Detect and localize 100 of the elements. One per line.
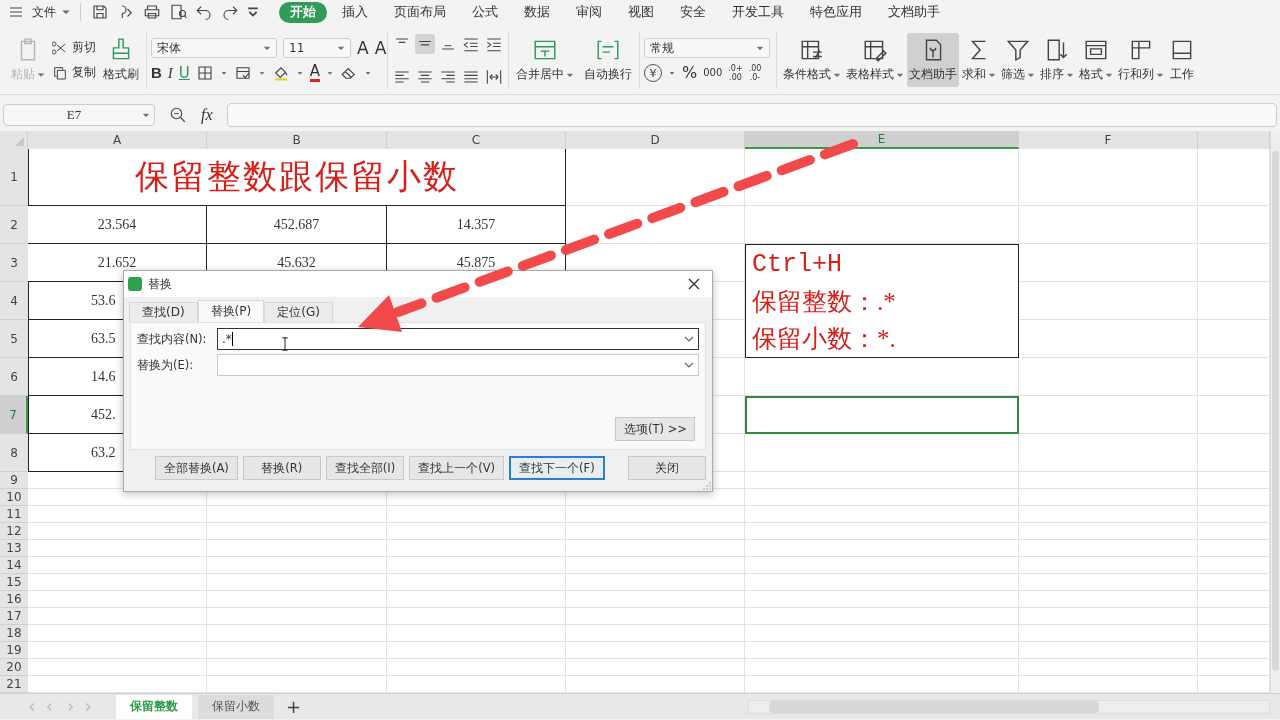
formula-input[interactable] [226,103,1277,127]
caret-icon[interactable] [326,69,335,77]
copy-button[interactable]: 复制 [52,64,96,81]
add-sheet-button[interactable]: + [280,696,308,717]
ribbon-tab[interactable]: 开发工具 [721,1,795,23]
ribbon-tab[interactable]: 文档助手 [877,1,951,23]
close-icon[interactable] [688,278,700,290]
ribbon-tab[interactable]: 特色应用 [799,1,873,23]
format-painter-button[interactable]: 格式刷 [100,33,142,87]
ribbon-tab[interactable]: 公式 [461,1,509,23]
caret-icon[interactable] [247,6,259,18]
percent-button[interactable]: % [682,64,698,82]
ribbon-button[interactable]: 文档助手 [907,33,959,87]
row-header[interactable]: 4 [0,282,28,320]
row-header[interactable]: 14 [0,557,28,574]
ribbon-button[interactable]: 排序 [1038,33,1076,87]
ribbon-button[interactable]: 表格样式 [844,33,906,87]
column-header[interactable]: F [1019,131,1198,149]
ribbon-tab[interactable]: 视图 [617,1,665,23]
shrink-font-button[interactable]: A [374,39,387,57]
dialog-button[interactable]: 替换(R) [242,456,321,480]
increase-decimal-button[interactable]: .0+ .00 [728,64,743,82]
ribbon-button[interactable]: 自动换行 [581,33,635,87]
ribbon-tab[interactable]: 插入 [331,1,379,23]
dialog-button[interactable]: 查找上一个(V) [409,456,505,480]
caret-icon[interactable] [364,69,373,77]
font-size-dropdown[interactable]: 11 [283,38,351,58]
font-color-button[interactable]: A [309,64,321,82]
align-icon[interactable] [415,33,435,54]
ribbon-button[interactable]: 求和 [960,33,998,87]
ribbon-tab[interactable]: 审阅 [565,1,613,23]
dialog-button[interactable]: 查找全部(I) [325,456,405,480]
row-header[interactable]: 11 [0,506,28,523]
dialog-button[interactable]: 查找下一个(F) [509,456,605,480]
ribbon-button[interactable]: 工作 [1167,33,1197,87]
printer-icon[interactable] [143,3,161,21]
column-header[interactable]: D [566,131,745,149]
caret-icon[interactable] [219,69,228,77]
row-header[interactable]: 21 [0,676,28,693]
row-header[interactable]: 16 [0,591,28,608]
scrollbar[interactable] [1270,131,1280,693]
row-header[interactable]: 2 [0,206,28,244]
caret-icon[interactable] [257,69,266,77]
number-format-dropdown[interactable]: 常规 [644,38,770,58]
ribbon-button[interactable]: 格式 [1077,33,1115,87]
row-header[interactable]: 1 [0,149,28,206]
row-header[interactable]: 3 [0,244,28,282]
row-header[interactable]: 6 [0,358,28,396]
border-icon[interactable] [195,64,214,82]
function-label[interactable]: fx [201,106,213,124]
column-header[interactable]: B [207,131,387,149]
file-menu[interactable]: 文件 [32,3,70,21]
options-button[interactable]: 选项(T) >> [615,417,695,441]
zoom-icon[interactable] [169,106,187,124]
menu-icon[interactable] [8,4,24,20]
row-header[interactable]: 18 [0,625,28,642]
row-header[interactable]: 19 [0,642,28,659]
preview-icon[interactable] [169,3,187,21]
font-name-dropdown[interactable]: 宋体 [151,38,277,58]
ribbon-button[interactable]: 行和列 [1116,33,1166,87]
grow-font-button[interactable]: A [357,39,369,57]
caret-icon[interactable] [295,69,304,77]
sheet-tab[interactable]: 保留小数 [198,694,274,719]
font-style-button[interactable]: I [167,64,173,82]
dialog-tab[interactable]: 查找(D) [129,302,198,322]
resize-grip-icon[interactable] [703,482,711,490]
decrease-decimal-button[interactable]: .00 .0- [748,64,762,82]
dialog-tab[interactable]: 定位(G) [264,302,333,322]
row-header[interactable]: 15 [0,574,28,591]
row-header[interactable]: 10 [0,489,28,506]
redo-icon[interactable] [221,3,239,21]
column-header[interactable]: A [28,131,207,149]
ribbon-tab[interactable]: 页面布局 [383,1,457,23]
row-header[interactable]: 8 [0,434,28,472]
ribbon-tab[interactable]: 安全 [669,1,717,23]
row-header[interactable]: 17 [0,608,28,625]
sheet-tab[interactable]: 保留整数 [116,694,192,719]
undo-icon[interactable] [195,3,213,21]
input-field[interactable]: .* [217,328,699,350]
caret-icon[interactable] [668,69,676,77]
column-header[interactable]: C [387,131,566,149]
dialog-tab[interactable]: 替换(P) [197,300,265,322]
cut-button[interactable]: 剪切 [52,39,96,56]
row-header[interactable]: 13 [0,540,28,557]
row-header[interactable]: 12 [0,523,28,540]
dialog-button[interactable]: 关闭 [627,456,706,480]
selected-cell[interactable] [745,396,1019,434]
row-header[interactable]: 5 [0,320,28,358]
ribbon-button[interactable]: 合并居中 [513,33,577,87]
input-field[interactable] [217,354,699,376]
thousands-button[interactable]: 000 [703,64,723,82]
row-header[interactable]: 20 [0,659,28,676]
ribbon-button[interactable]: 条件格式 [781,33,843,87]
save-icon[interactable] [91,3,109,21]
font-style-button[interactable]: B [151,64,162,82]
ribbon-tab[interactable]: 数据 [513,1,561,23]
dialog-button[interactable]: 全部替换(A) [155,456,238,480]
name-box[interactable]: E7 [3,104,155,126]
ribbon-button[interactable]: 筛选 [999,33,1037,87]
table-icon[interactable] [233,64,252,82]
